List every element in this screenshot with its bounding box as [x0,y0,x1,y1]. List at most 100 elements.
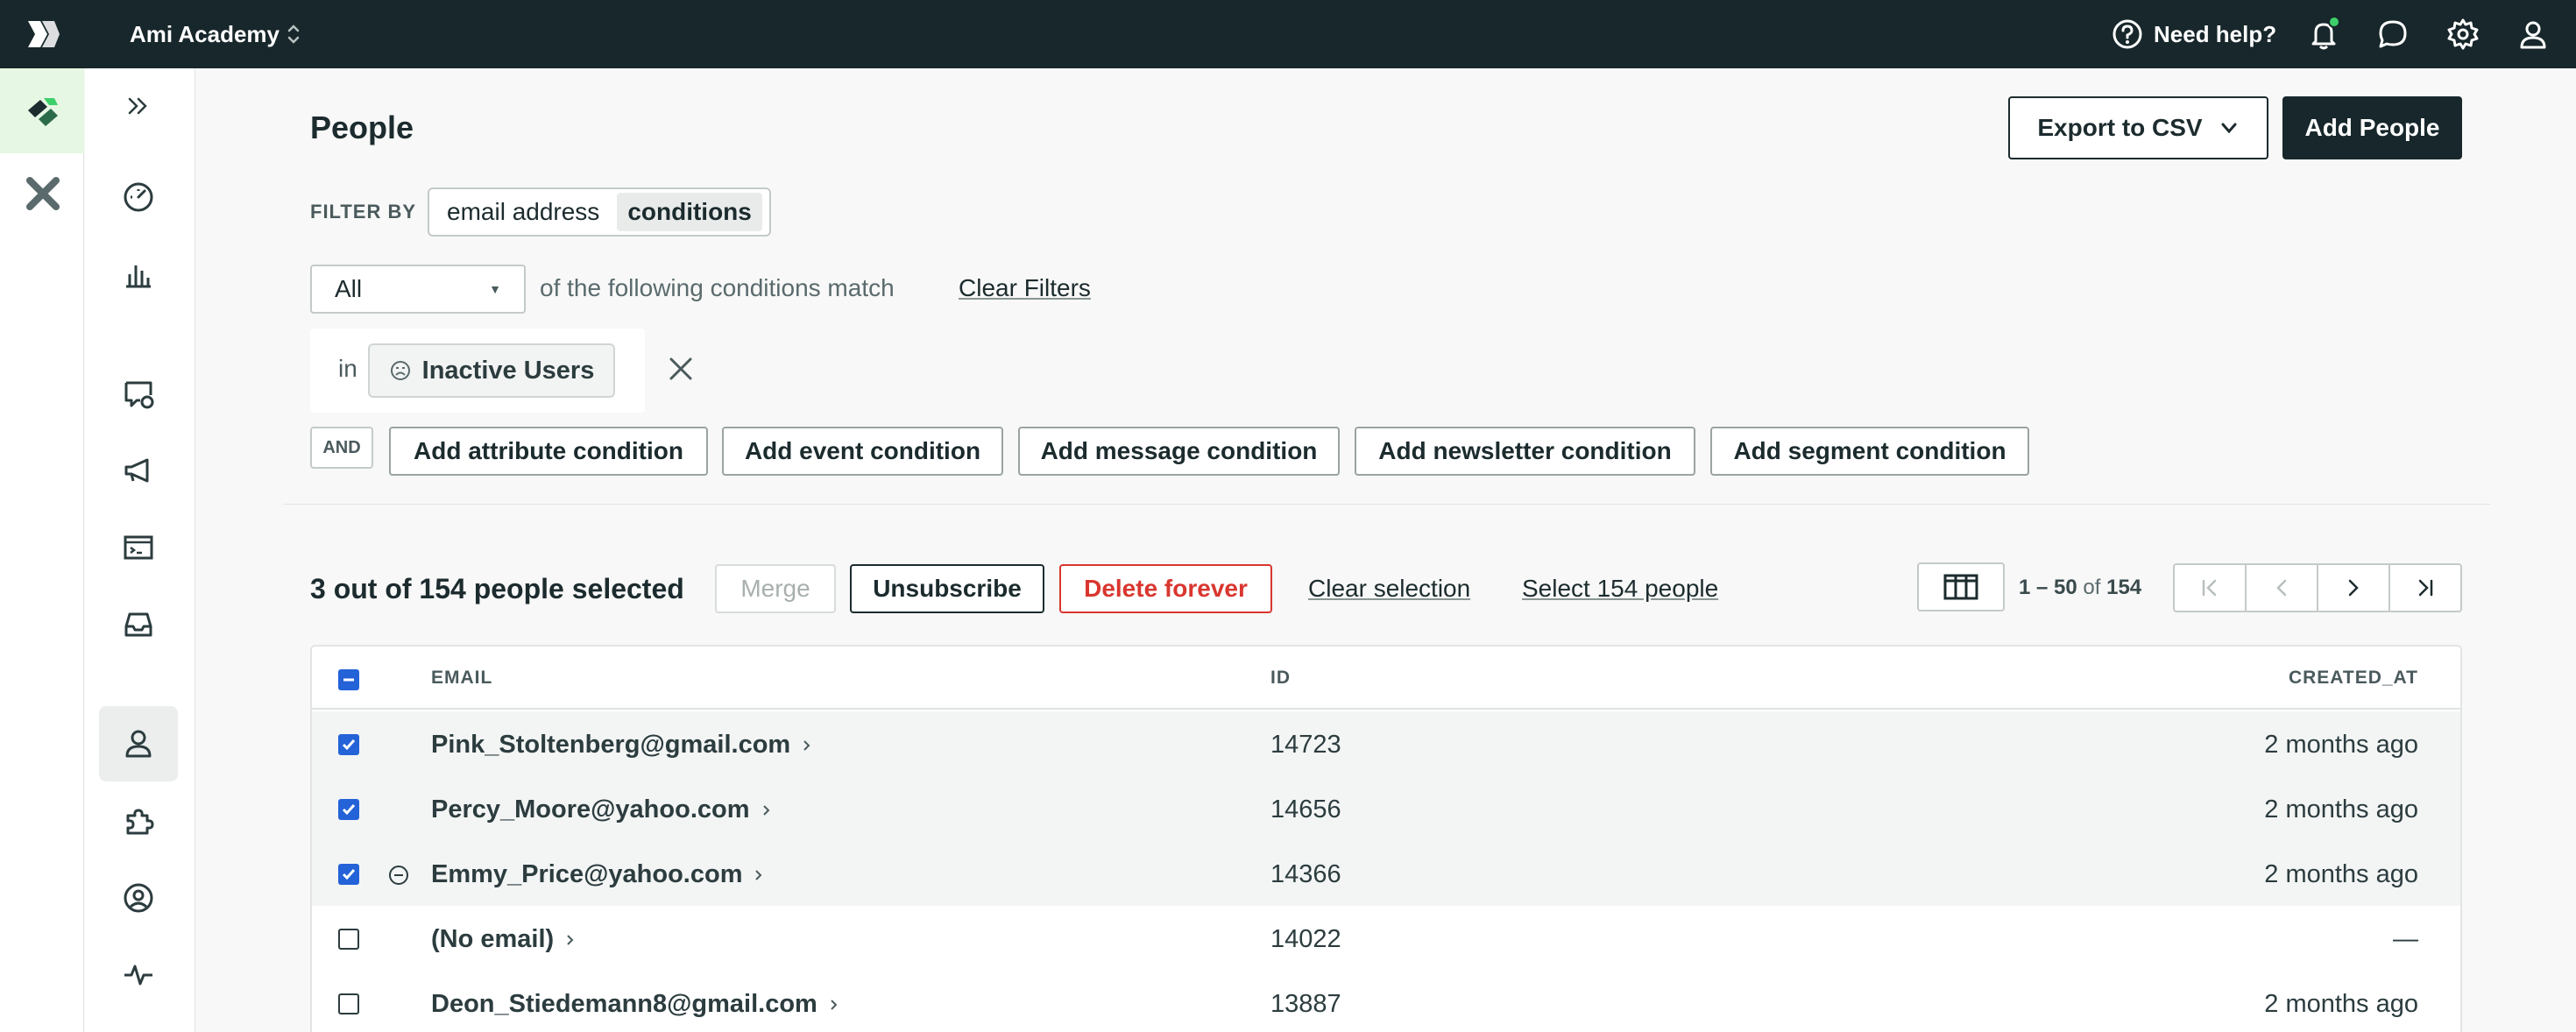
add-message-condition-button[interactable]: Add message condition [1018,427,1340,476]
product-rail [0,68,84,1032]
activity-pulse-icon [124,965,152,986]
row-checkbox[interactable] [338,929,359,950]
notifications-button[interactable] [2307,16,2340,51]
row-id: 13887 [1270,990,1341,1018]
row-id: 14723 [1270,731,1341,759]
row-email[interactable]: (No email) [431,925,578,954]
selection-count: 3 out of 154 people selected [310,573,684,604]
match-type-select[interactable]: All ▼ [310,265,526,314]
filter-mode-email[interactable]: email address [436,193,610,231]
x-product-icon[interactable] [25,175,61,212]
chevron-right-icon [755,869,762,880]
column-id[interactable]: ID [1270,668,1291,689]
table-row[interactable]: Percy_Moore@yahoo.com 14656 2 months ago [312,776,2460,841]
delete-forever-button[interactable]: Delete forever [1059,564,1272,613]
nav-campaigns[interactable] [99,433,178,508]
chevron-right-icon [762,804,769,816]
row-email-text: Deon_Stiedemann8@gmail.com [431,990,817,1018]
nav-dashboard[interactable] [99,159,178,235]
help-icon [2112,19,2142,49]
segment-chip[interactable]: Inactive Users [368,343,615,398]
row-email[interactable]: Emmy_Price@yahoo.com [431,860,767,889]
user-icon[interactable] [2516,18,2550,51]
unsubscribed-icon [389,866,408,885]
select-all-checkbox[interactable] [338,669,359,690]
row-created-at: — [2393,925,2418,953]
last-page-button[interactable] [2390,565,2460,611]
puzzle-icon [126,809,154,835]
gear-icon[interactable] [2446,18,2480,51]
workspace-name[interactable]: Ami Academy [130,18,280,51]
dashboard-gauge-icon [124,182,153,212]
row-email[interactable]: Percy_Moore@yahoo.com [431,795,775,824]
next-page-button[interactable] [2318,565,2390,611]
nav-messages[interactable] [99,356,178,431]
checkmark-icon [342,804,356,816]
pagination-of: of [2083,576,2101,599]
caret-down-icon: ▼ [489,282,501,296]
top-bar: Ami Academy Need help? [0,0,2576,68]
unsubscribe-button[interactable]: Unsubscribe [850,564,1044,613]
prev-page-button[interactable] [2247,565,2318,611]
select-all-people-link[interactable]: Select 154 people [1522,575,1718,603]
row-email-text: Percy_Moore@yahoo.com [431,795,750,823]
nav-analytics[interactable] [99,237,178,312]
pagination-controls [2173,563,2462,612]
filter-by-label: FILTER BY [310,201,417,223]
table-row[interactable]: Pink_Stoltenberg@gmail.com 14723 2 month… [312,711,2460,776]
add-people-button[interactable]: Add People [2282,96,2462,159]
nav-activity[interactable] [99,937,178,1013]
clear-filters-link[interactable]: Clear Filters [959,274,1091,302]
filter-mode-conditions[interactable]: conditions [617,193,762,231]
last-page-icon [2418,579,2433,597]
merge-button[interactable]: Merge [715,564,836,613]
segment-chip-label: Inactive Users [421,356,595,385]
checkmark-icon [342,869,356,880]
help-button[interactable]: Need help? [2112,18,2276,51]
table-row[interactable]: (No email) 14022 — [312,906,2460,971]
row-email[interactable]: Pink_Stoltenberg@gmail.com [431,731,815,760]
add-segment-condition-button[interactable]: Add segment condition [1710,427,2029,476]
chevron-left-icon [2276,579,2287,597]
expand-nav-button[interactable] [99,68,178,144]
table-row[interactable]: Emmy_Price@yahoo.com 14366 2 months ago [312,841,2460,906]
table-row[interactable]: Deon_Stiedemann8@gmail.com 13887 2 month… [312,971,2460,1032]
row-checkbox[interactable] [338,799,359,820]
table-header: EMAIL ID CREATED_AT [312,647,2460,710]
match-type-value: All [335,275,363,302]
match-description: of the following conditions match [540,274,895,301]
columns-button[interactable] [1917,562,2005,611]
chevron-right-icon [2348,579,2359,597]
row-checkbox[interactable] [338,993,359,1014]
bar-chart-icon [126,265,151,288]
inbox-icon [124,612,152,637]
clear-selection-link[interactable]: Clear selection [1308,575,1470,603]
add-event-condition-button[interactable]: Add event condition [722,427,1003,476]
first-page-button[interactable] [2175,565,2247,611]
nav-integrations[interactable] [99,783,178,859]
add-attribute-condition-button[interactable]: Add attribute condition [389,427,708,476]
column-created-at[interactable]: CREATED_AT [2289,668,2418,689]
remove-condition-icon[interactable] [666,354,696,384]
export-csv-button[interactable]: Export to CSV [2008,96,2268,159]
people-table: EMAIL ID CREATED_AT Pink_Stoltenberg@gma… [310,645,2462,1032]
chat-icon[interactable] [2376,18,2410,51]
app-logo-icon[interactable] [25,16,61,53]
journeys-logo-icon[interactable] [25,93,61,130]
main-nav [85,68,195,1032]
row-email[interactable]: Deon_Stiedemann8@gmail.com [431,990,842,1019]
nav-broadcasts[interactable] [99,510,178,585]
nav-inbox[interactable] [99,587,178,662]
workspace-switch-icon[interactable] [284,19,303,49]
row-email-text: Emmy_Price@yahoo.com [431,860,743,888]
row-checkbox[interactable] [338,864,359,885]
pagination-total: 154 [2106,576,2142,599]
nav-account[interactable] [99,860,178,936]
add-newsletter-condition-button[interactable]: Add newsletter condition [1355,427,1695,476]
row-id: 14656 [1270,795,1341,823]
row-checkbox[interactable] [338,734,359,755]
column-email[interactable]: EMAIL [431,668,492,689]
nav-people[interactable] [99,706,178,781]
row-created-at: 2 months ago [2264,795,2418,823]
row-email-text: (No email) [431,925,555,953]
